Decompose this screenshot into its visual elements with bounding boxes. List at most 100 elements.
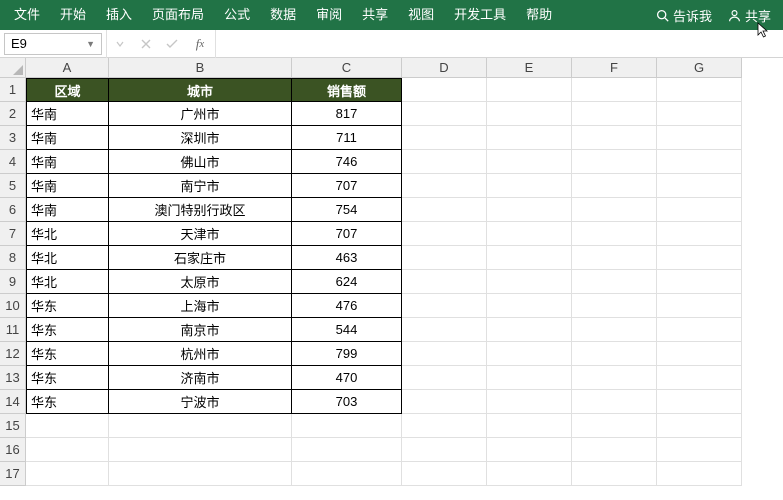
cell[interactable] [487,462,572,486]
tell-me-search[interactable]: 告诉我 [648,0,720,30]
row-header[interactable]: 12 [0,342,26,366]
cell[interactable] [572,318,657,342]
column-header-E[interactable]: E [487,58,572,78]
cell[interactable] [572,294,657,318]
cell[interactable] [487,222,572,246]
cell[interactable] [292,438,402,462]
cell[interactable] [487,174,572,198]
cell[interactable] [402,318,487,342]
row-header[interactable]: 1 [0,78,26,102]
cell[interactable] [657,102,742,126]
row-header[interactable]: 5 [0,174,26,198]
cell[interactable] [292,462,402,486]
cell[interactable]: 624 [292,270,402,294]
cell[interactable] [657,318,742,342]
cell[interactable]: 华南 [26,174,109,198]
cell[interactable]: 华南 [26,102,109,126]
cell[interactable] [572,150,657,174]
cell[interactable] [487,294,572,318]
fx-icon[interactable]: fx [185,36,215,52]
cell[interactable] [26,414,109,438]
cell[interactable] [572,366,657,390]
cell[interactable] [487,270,572,294]
cell[interactable] [402,462,487,486]
row-header[interactable]: 9 [0,270,26,294]
cell[interactable] [487,366,572,390]
cell[interactable]: 广州市 [109,102,292,126]
row-header[interactable]: 17 [0,462,26,486]
cell[interactable] [402,414,487,438]
column-header-F[interactable]: F [572,58,657,78]
cell[interactable] [109,438,292,462]
cell[interactable]: 华北 [26,246,109,270]
cell[interactable] [657,150,742,174]
row-header[interactable]: 7 [0,222,26,246]
cell[interactable] [402,246,487,270]
cell[interactable] [402,198,487,222]
ribbon-tab-开始[interactable]: 开始 [50,0,96,30]
cell[interactable] [657,126,742,150]
cell[interactable]: 544 [292,318,402,342]
cell[interactable] [26,462,109,486]
cell[interactable] [657,222,742,246]
cell[interactable]: 华东 [26,294,109,318]
cell[interactable] [402,438,487,462]
cell[interactable] [657,294,742,318]
cell[interactable] [402,366,487,390]
cell[interactable] [572,174,657,198]
cell[interactable] [572,414,657,438]
cell[interactable] [657,414,742,438]
cell[interactable]: 707 [292,174,402,198]
row-header[interactable]: 15 [0,414,26,438]
cell[interactable]: 深圳市 [109,126,292,150]
cell[interactable] [109,414,292,438]
cell[interactable] [487,78,572,102]
chevron-down-icon[interactable]: ▼ [86,39,95,49]
cell[interactable] [402,150,487,174]
cell[interactable] [572,126,657,150]
cell[interactable] [657,174,742,198]
cell[interactable]: 济南市 [109,366,292,390]
cell[interactable]: 华东 [26,318,109,342]
cell[interactable]: 华南 [26,126,109,150]
cell[interactable]: 南宁市 [109,174,292,198]
cell[interactable] [487,390,572,414]
cell[interactable]: 华东 [26,342,109,366]
cell[interactable] [657,366,742,390]
row-header[interactable]: 11 [0,318,26,342]
select-all-corner[interactable] [0,58,26,78]
row-header[interactable]: 4 [0,150,26,174]
cell[interactable] [487,198,572,222]
cell[interactable] [487,438,572,462]
row-header[interactable]: 13 [0,366,26,390]
row-header[interactable]: 10 [0,294,26,318]
column-header-D[interactable]: D [402,58,487,78]
ribbon-tab-审阅[interactable]: 审阅 [306,0,352,30]
cell[interactable]: 463 [292,246,402,270]
cell[interactable]: 区域 [26,78,109,102]
cell[interactable]: 宁波市 [109,390,292,414]
share-button[interactable]: 共享 [720,0,779,30]
cell[interactable] [109,462,292,486]
cell[interactable] [572,198,657,222]
column-header-G[interactable]: G [657,58,742,78]
row-header[interactable]: 6 [0,198,26,222]
column-header-B[interactable]: B [109,58,292,78]
cell[interactable] [402,102,487,126]
column-header-A[interactable]: A [26,58,109,78]
cell[interactable]: 754 [292,198,402,222]
ribbon-tab-帮助[interactable]: 帮助 [516,0,562,30]
cell[interactable] [572,342,657,366]
cell[interactable]: 703 [292,390,402,414]
cell[interactable] [657,270,742,294]
cell[interactable]: 销售额 [292,78,402,102]
cell[interactable] [572,78,657,102]
cell[interactable] [487,342,572,366]
cell[interactable] [572,438,657,462]
cell[interactable] [657,342,742,366]
cell[interactable] [572,270,657,294]
cell[interactable]: 城市 [109,78,292,102]
ribbon-tab-开发工具[interactable]: 开发工具 [444,0,516,30]
cell[interactable] [572,462,657,486]
cell[interactable] [487,414,572,438]
